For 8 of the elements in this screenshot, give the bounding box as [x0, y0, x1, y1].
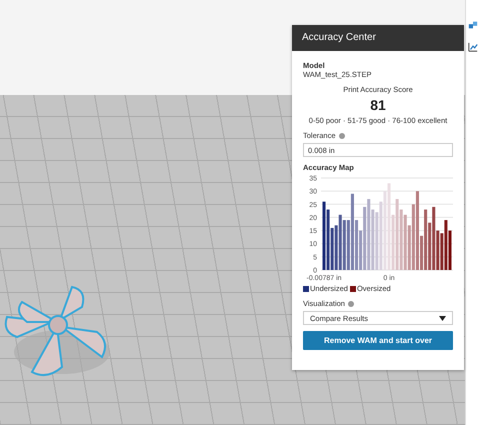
caret-icon	[439, 316, 446, 320]
chart-icon[interactable]	[468, 42, 478, 52]
score-value: 81	[369, 97, 387, 113]
info-icon	[348, 300, 354, 306]
panel-title: Accuracy Center	[292, 25, 464, 51]
info-icon	[338, 132, 345, 138]
remove-wam-button[interactable]: Remove WAM and start over	[303, 331, 453, 350]
cubes-icon[interactable]	[468, 20, 478, 30]
